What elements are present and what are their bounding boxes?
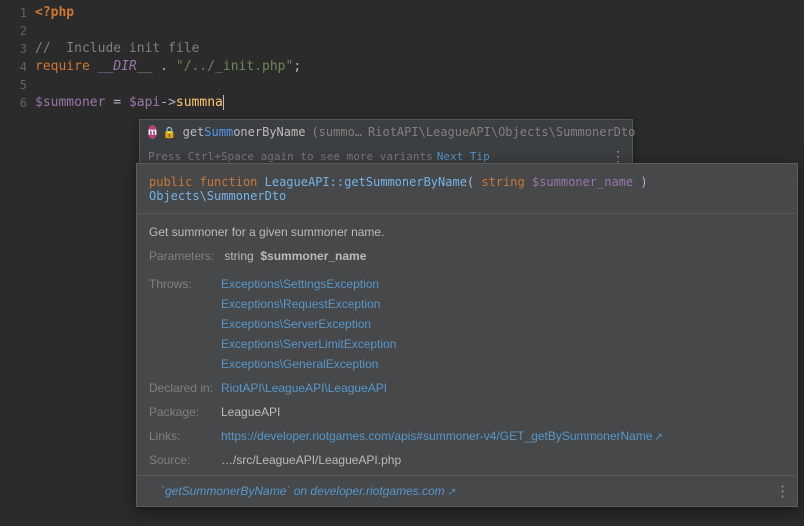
doc-footer-link[interactable]: `getSummonerByName` on developer.riotgam…: [161, 484, 445, 498]
php-open-tag: <?php: [35, 5, 74, 20]
doc-label-parameters: Parameters:: [149, 249, 221, 263]
assign: =: [105, 95, 128, 110]
keyword-require: require: [35, 59, 90, 74]
external-link-icon: ↗: [655, 432, 663, 443]
completion-name: getSummonerByName: [183, 125, 306, 139]
next-tip-link[interactable]: Next Tip: [437, 150, 490, 163]
gutter: 1 2 3 4 5 6: [0, 0, 35, 116]
semicolon: ;: [293, 59, 301, 74]
doc-throws-link[interactable]: Exceptions\ServerException: [221, 317, 785, 331]
external-link-icon: ↗: [447, 487, 455, 498]
completion-item[interactable]: m 🔒 getSummonerByName (summo… RiotAPI\Lea…: [140, 120, 632, 144]
method-icon: m: [148, 125, 157, 139]
doc-class-method[interactable]: LeagueAPI::getSummonerByName: [265, 175, 467, 189]
doc-label-declared: Declared in:: [149, 381, 221, 395]
line-number: 3: [0, 40, 27, 58]
doc-external-link[interactable]: https://developer.riotgames.com/apis#sum…: [221, 429, 653, 443]
code-line[interactable]: // Include init file: [35, 40, 301, 58]
code-line[interactable]: [35, 76, 301, 94]
doc-package-row: Package: LeagueAPI: [149, 405, 785, 419]
doc-throws-link[interactable]: Exceptions\GeneralException: [221, 357, 785, 371]
more-menu-icon[interactable]: ⋮: [775, 482, 789, 500]
hint-text: Press Ctrl+Space again to see more varia…: [148, 150, 433, 163]
doc-label-source: Source:: [149, 453, 221, 467]
doc-label-throws: Throws:: [149, 277, 221, 371]
var-summoner: $summoner: [35, 95, 105, 110]
doc-declared-link[interactable]: RiotAPI\LeagueAPI\LeagueAPI: [221, 381, 387, 395]
doc-links-row: Links: https://developer.riotgames.com/a…: [149, 429, 785, 443]
string-lit: "/../_init.php": [176, 59, 293, 74]
dot-op: .: [152, 59, 175, 74]
doc-signature: public function LeagueAPI::getSummonerBy…: [137, 164, 797, 214]
doc-label-package: Package:: [149, 405, 221, 419]
code-area[interactable]: <?php // Include init file require __DIR…: [35, 0, 301, 116]
separator: [137, 475, 797, 476]
typed-method: summna: [176, 95, 224, 110]
quick-doc-popup[interactable]: public function LeagueAPI::getSummonerBy…: [136, 163, 798, 507]
doc-throws-row: Throws: Exceptions\SettingsException Exc…: [149, 277, 785, 371]
doc-throws-link[interactable]: Exceptions\ServerLimitException: [221, 337, 785, 351]
doc-source-value: …/src/LeagueAPI/LeagueAPI.php: [221, 453, 401, 467]
line-number: 5: [0, 76, 27, 94]
doc-description: Get summoner for a given summoner name.: [149, 225, 785, 239]
line-number: 6: [0, 94, 27, 112]
doc-throws-link[interactable]: Exceptions\RequestException: [221, 297, 785, 311]
var-api: $api: [129, 95, 160, 110]
code-line[interactable]: [35, 22, 301, 40]
code-line[interactable]: $summoner = $api->summna: [35, 94, 301, 112]
code-line[interactable]: <?php: [35, 4, 301, 22]
arrow-op: ->: [160, 95, 176, 110]
doc-source-row: Source: …/src/LeagueAPI/LeagueAPI.php: [149, 453, 785, 467]
doc-parameters-row: Parameters: string $summoner_name: [149, 249, 785, 263]
magic-dir: __DIR__: [98, 59, 153, 74]
doc-declared-row: Declared in: RiotAPI\LeagueAPI\LeagueAPI: [149, 381, 785, 395]
completion-return-type: RiotAPI\LeagueAPI\Objects\SummonerDto: [368, 125, 635, 139]
line-number: 4: [0, 58, 27, 76]
doc-footer: `getSummonerByName` on developer.riotgam…: [149, 484, 785, 498]
code-editor[interactable]: 1 2 3 4 5 6 <?php // Include init file r…: [0, 0, 804, 116]
doc-label-links: Links:: [149, 429, 221, 443]
lock-icon: 🔒: [163, 126, 177, 139]
comment: // Include init file: [35, 41, 199, 56]
code-line[interactable]: require __DIR__ . "/../_init.php";: [35, 58, 301, 76]
line-number: 1: [0, 4, 27, 22]
doc-package-value: LeagueAPI: [221, 405, 280, 419]
completion-args: (summo…: [311, 125, 362, 139]
doc-throws-link[interactable]: Exceptions\SettingsException: [221, 277, 785, 291]
doc-return-type[interactable]: Objects\SummonerDto: [149, 189, 286, 203]
line-number: 2: [0, 22, 27, 40]
